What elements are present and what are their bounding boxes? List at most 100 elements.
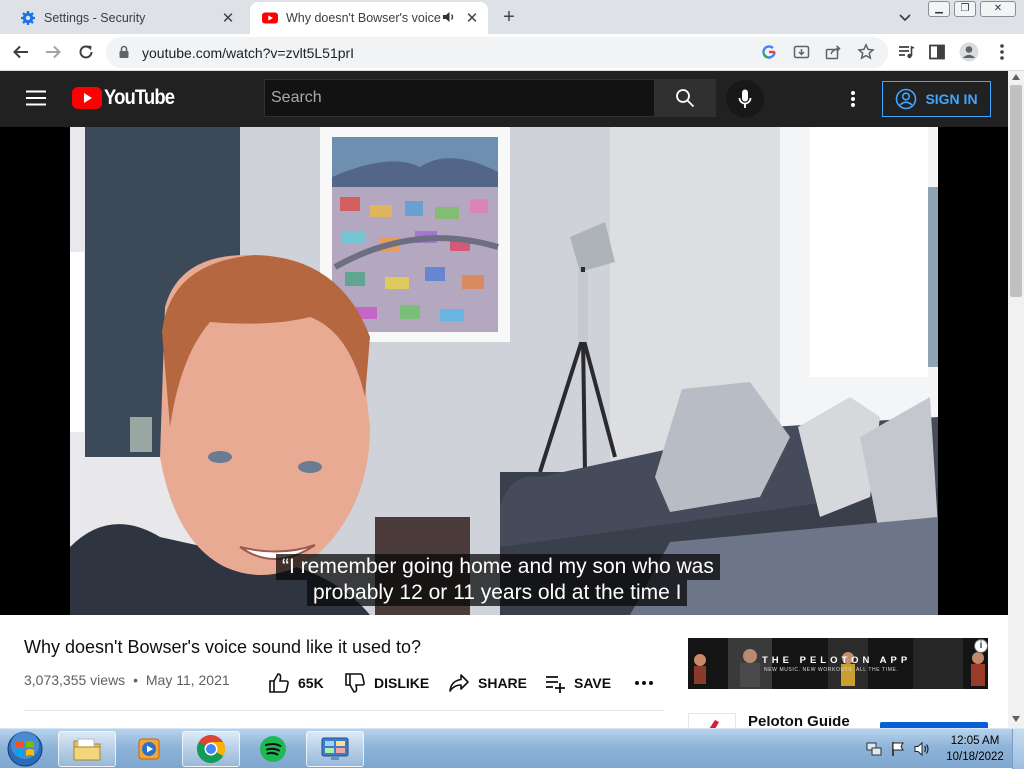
taskbar-spotify[interactable] — [244, 731, 302, 767]
close-tab-icon[interactable]: ✕ — [218, 8, 238, 28]
audio-playing-icon[interactable] — [442, 10, 458, 26]
taskbar-file-explorer[interactable] — [58, 731, 116, 767]
voice-search-button[interactable] — [726, 80, 764, 118]
settings-more-icon[interactable] — [850, 90, 856, 108]
ad-headline: THE PELOTON APP — [762, 655, 912, 666]
install-app-icon[interactable] — [793, 44, 810, 61]
hamburger-menu-icon[interactable] — [26, 90, 46, 106]
share-page-icon[interactable] — [825, 44, 842, 61]
share-arrow-icon — [449, 674, 469, 692]
like-button[interactable]: 65K — [268, 671, 324, 695]
share-button[interactable]: SHARE — [448, 671, 527, 695]
browser-toolbar: youtube.com/watch?v=zvlt5L51prI — [0, 34, 1024, 71]
close-tab-icon[interactable]: ✕ — [462, 8, 482, 28]
caption-line-1: “I remember going home and my son who wa… — [276, 554, 720, 580]
ad-info-icon[interactable]: i — [974, 639, 988, 653]
tab-search-chevron-icon[interactable] — [896, 8, 914, 26]
sign-in-label: SIGN IN — [925, 91, 978, 107]
youtube-icon — [262, 10, 278, 26]
next-item-title-text: Peloton Guide — [748, 716, 850, 728]
tab-title: Settings - Security — [44, 11, 146, 25]
save-label: SAVE — [574, 675, 612, 691]
scrollbar-thumb[interactable] — [1010, 85, 1022, 297]
profile-avatar-icon[interactable] — [958, 41, 980, 63]
tab-youtube-video[interactable]: Why doesn't Bowser's voice ✕ — [250, 2, 488, 34]
more-actions-button[interactable] — [634, 671, 654, 695]
minimize-window-button[interactable]: ▁ — [928, 1, 950, 17]
windows-taskbar: 12:05 AM 10/18/2022 — [0, 728, 1024, 769]
media-player-icon — [138, 738, 160, 760]
sign-in-button[interactable]: SIGN IN — [882, 81, 991, 117]
ad-tagline: NEW MUSIC. NEW WORKOUTS. ALL THE TIME. — [764, 667, 899, 673]
sidebar-next-item-title[interactable]: Peloton Guide — [748, 716, 850, 728]
peloton-logo-icon — [709, 720, 719, 728]
gear-icon — [20, 10, 36, 26]
video-player[interactable]: “I remember going home and my son who wa… — [0, 127, 1008, 615]
search-button[interactable] — [654, 79, 716, 117]
lock-icon[interactable] — [118, 45, 130, 59]
taskbar-media-player[interactable] — [120, 731, 178, 767]
account-circle-icon — [896, 88, 917, 110]
clock-date: 10/18/2022 — [946, 751, 1004, 763]
youtube-logo[interactable]: YouTube — [72, 86, 184, 110]
start-button[interactable] — [5, 730, 45, 768]
search-input[interactable] — [265, 80, 654, 116]
meta-separator: • — [133, 672, 138, 688]
network-icon[interactable] — [866, 741, 882, 757]
back-arrow-icon[interactable] — [10, 41, 32, 63]
scroll-down-arrow-icon[interactable] — [1012, 716, 1020, 722]
google-lens-icon[interactable] — [761, 44, 777, 60]
dislike-button[interactable]: DISLIKE — [344, 671, 429, 695]
taskbar-chrome[interactable] — [182, 731, 240, 767]
new-tab-button[interactable]: + — [499, 7, 519, 27]
folder-icon — [73, 738, 101, 761]
peloton-logo-thumbnail[interactable] — [688, 713, 736, 728]
taskbar-control-panel[interactable] — [306, 731, 364, 767]
tab-settings-security[interactable]: Settings - Security ✕ — [8, 2, 244, 34]
dislike-label: DISLIKE — [374, 675, 430, 691]
youtube-logo-icon — [72, 87, 102, 109]
windows-start-orb-icon — [7, 731, 43, 767]
spotify-icon — [260, 736, 286, 762]
address-bar[interactable]: youtube.com/watch?v=zvlt5L51prI — [106, 37, 888, 68]
share-label: SHARE — [478, 675, 528, 691]
youtube-logo-text: YouTube — [104, 86, 175, 109]
video-scene-image — [70, 127, 938, 615]
bookmark-star-icon[interactable] — [857, 43, 875, 61]
youtube-masthead: YouTube SIGN IN — [0, 71, 1008, 127]
save-button[interactable]: SAVE — [544, 671, 611, 695]
thumbs-down-icon — [345, 673, 365, 693]
chrome-icon — [197, 735, 225, 763]
search-box — [264, 79, 654, 117]
scroll-up-arrow-icon[interactable] — [1012, 74, 1020, 80]
video-frame[interactable]: “I remember going home and my son who wa… — [70, 127, 938, 615]
browser-menu-icon[interactable] — [991, 41, 1013, 63]
tab-title: Why doesn't Bowser's voice — [286, 11, 441, 25]
caption-line-2: probably 12 or 11 years old at the time … — [307, 580, 688, 606]
show-desktop-button[interactable] — [1012, 729, 1024, 769]
upload-date: May 11, 2021 — [145, 672, 230, 688]
section-divider — [24, 710, 664, 711]
page-scrollbar[interactable] — [1008, 71, 1024, 728]
side-panel-icon[interactable] — [926, 41, 948, 63]
reload-icon[interactable] — [75, 41, 97, 63]
restore-window-button[interactable]: ❐ — [954, 1, 976, 17]
video-meta: 3,073,355 views • May 11, 2021 — [24, 672, 230, 688]
forward-arrow-icon[interactable] — [42, 41, 64, 63]
browser-tab-strip: Settings - Security ✕ Why doesn't Bowser… — [0, 0, 1024, 34]
search-icon — [676, 89, 695, 108]
thumbs-up-icon — [269, 673, 289, 693]
microphone-icon — [738, 89, 752, 108]
video-title: Why doesn't Bowser's voice sound like it… — [24, 637, 422, 657]
system-clock[interactable]: 12:05 AM 10/18/2022 — [942, 733, 1008, 765]
volume-speaker-icon[interactable] — [914, 741, 930, 757]
playlist-add-icon — [546, 676, 565, 693]
view-count: 3,073,355 views — [24, 672, 126, 688]
action-center-flag-icon[interactable] — [890, 741, 906, 757]
media-control-icon[interactable] — [895, 41, 917, 63]
clock-time: 12:05 AM — [950, 735, 1000, 747]
peloton-ad-banner[interactable]: THE PELOTON APP NEW MUSIC. NEW WORKOUTS.… — [688, 638, 988, 689]
control-panel-icon — [321, 737, 349, 760]
url-text[interactable]: youtube.com/watch?v=zvlt5L51prI — [142, 45, 354, 61]
close-window-button[interactable]: ✕ — [980, 1, 1016, 17]
